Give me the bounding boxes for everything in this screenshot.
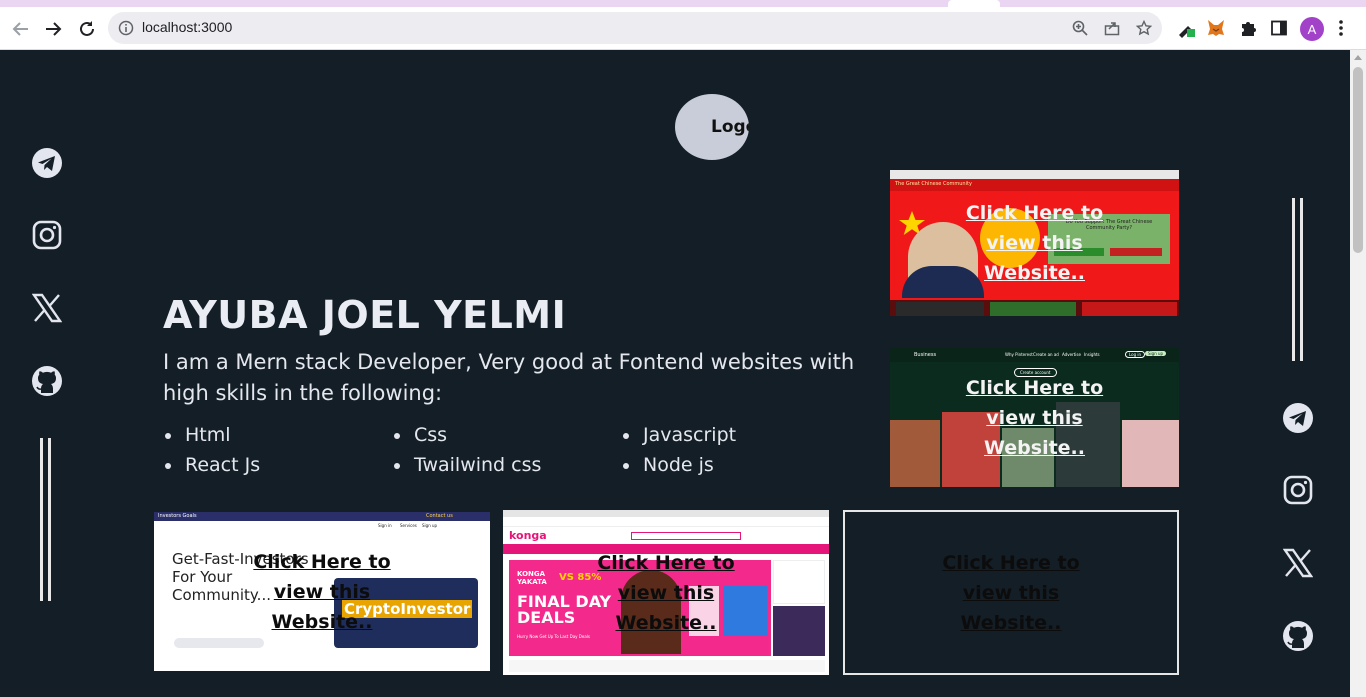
view-website-link[interactable]: Click Here to view this Website.. bbox=[940, 373, 1130, 463]
x-twitter-icon[interactable] bbox=[1281, 546, 1315, 580]
active-tab[interactable] bbox=[948, 0, 1000, 7]
skill-item: Node js bbox=[623, 454, 714, 476]
intro-text: I am a Mern stack Developer, Very good a… bbox=[163, 350, 855, 405]
skill-item: Html bbox=[165, 424, 231, 446]
project-card-placeholder[interactable]: Click Here to view this Website.. bbox=[843, 510, 1179, 675]
left-decorative-line bbox=[48, 438, 51, 601]
view-website-link[interactable]: Click Here to view this Website.. bbox=[571, 548, 761, 638]
skill-item: Css bbox=[393, 424, 448, 446]
project-card-business[interactable]: Business Why Pinterest Create an ad Adve… bbox=[890, 348, 1179, 487]
telegram-icon[interactable] bbox=[30, 146, 64, 180]
url-text: localhost:3000 bbox=[142, 19, 233, 35]
project-card-china[interactable]: The Great Chinese Community Do You Suppo… bbox=[890, 170, 1179, 316]
view-website-link[interactable]: Click Here to view this Website.. bbox=[227, 547, 417, 637]
card-overlay[interactable]: Click Here to view this Website.. bbox=[890, 170, 1179, 316]
back-icon[interactable] bbox=[8, 16, 34, 42]
eyedropper-extension-icon[interactable] bbox=[1175, 17, 1197, 39]
zoom-icon[interactable] bbox=[1070, 18, 1090, 38]
card-overlay[interactable]: Click Here to view this Website.. bbox=[845, 512, 1177, 673]
logo-text: Logo bbox=[711, 117, 749, 137]
site-info-icon[interactable] bbox=[116, 18, 136, 38]
instagram-icon[interactable] bbox=[30, 218, 64, 252]
skill-item: React Js bbox=[164, 454, 261, 476]
bookmark-star-icon[interactable] bbox=[1134, 18, 1154, 38]
github-icon[interactable] bbox=[30, 364, 64, 398]
github-icon[interactable] bbox=[1281, 619, 1315, 653]
project-card-konga[interactable]: konga KONGA YAKATA VS 85% FINAL DAY DEAL… bbox=[503, 510, 829, 675]
project-card-investors[interactable]: Investors Goals Contact us Sign in Servi… bbox=[154, 512, 490, 671]
extensions-puzzle-icon[interactable] bbox=[1237, 17, 1259, 39]
reload-icon[interactable] bbox=[74, 16, 100, 42]
more-menu-icon[interactable] bbox=[1330, 17, 1352, 39]
portfolio-page: Logo AYUBA JOEL YELMI I am a Mern stack … bbox=[0, 50, 1350, 697]
card-overlay[interactable]: Click Here to view this Website.. bbox=[154, 512, 490, 671]
skill-item: Twailwind css bbox=[393, 454, 542, 476]
developer-name: AYUBA JOEL YELMI bbox=[163, 293, 567, 337]
profile-avatar[interactable]: A bbox=[1300, 17, 1324, 41]
share-icon[interactable] bbox=[1102, 18, 1122, 38]
browser-toolbar: localhost:3000 A bbox=[0, 7, 1366, 50]
skill-item: Javascript bbox=[622, 424, 737, 446]
scroll-up-arrow[interactable] bbox=[1354, 55, 1362, 60]
forward-icon[interactable] bbox=[40, 16, 66, 42]
logo-button[interactable]: Logo bbox=[675, 94, 749, 160]
left-decorative-line bbox=[40, 438, 43, 601]
view-website-link[interactable]: Click Here to view this Website.. bbox=[916, 548, 1106, 638]
x-twitter-icon[interactable] bbox=[30, 291, 64, 325]
side-panel-icon[interactable] bbox=[1268, 17, 1290, 39]
right-decorative-line bbox=[1300, 198, 1303, 361]
card-overlay[interactable]: Click Here to view this Website.. bbox=[503, 510, 829, 675]
instagram-icon[interactable] bbox=[1281, 473, 1315, 507]
tab-strip bbox=[0, 0, 1366, 7]
view-website-link[interactable]: Click Here to view this Website.. bbox=[940, 198, 1130, 288]
metamask-fox-icon[interactable] bbox=[1205, 17, 1227, 39]
telegram-icon[interactable] bbox=[1281, 401, 1315, 435]
right-decorative-line bbox=[1292, 198, 1295, 361]
card-overlay[interactable]: Click Here to view this Website.. bbox=[890, 348, 1179, 487]
address-bar[interactable]: localhost:3000 bbox=[108, 12, 1162, 44]
scroll-thumb[interactable] bbox=[1353, 67, 1363, 253]
page-scrollbar[interactable] bbox=[1350, 50, 1366, 697]
